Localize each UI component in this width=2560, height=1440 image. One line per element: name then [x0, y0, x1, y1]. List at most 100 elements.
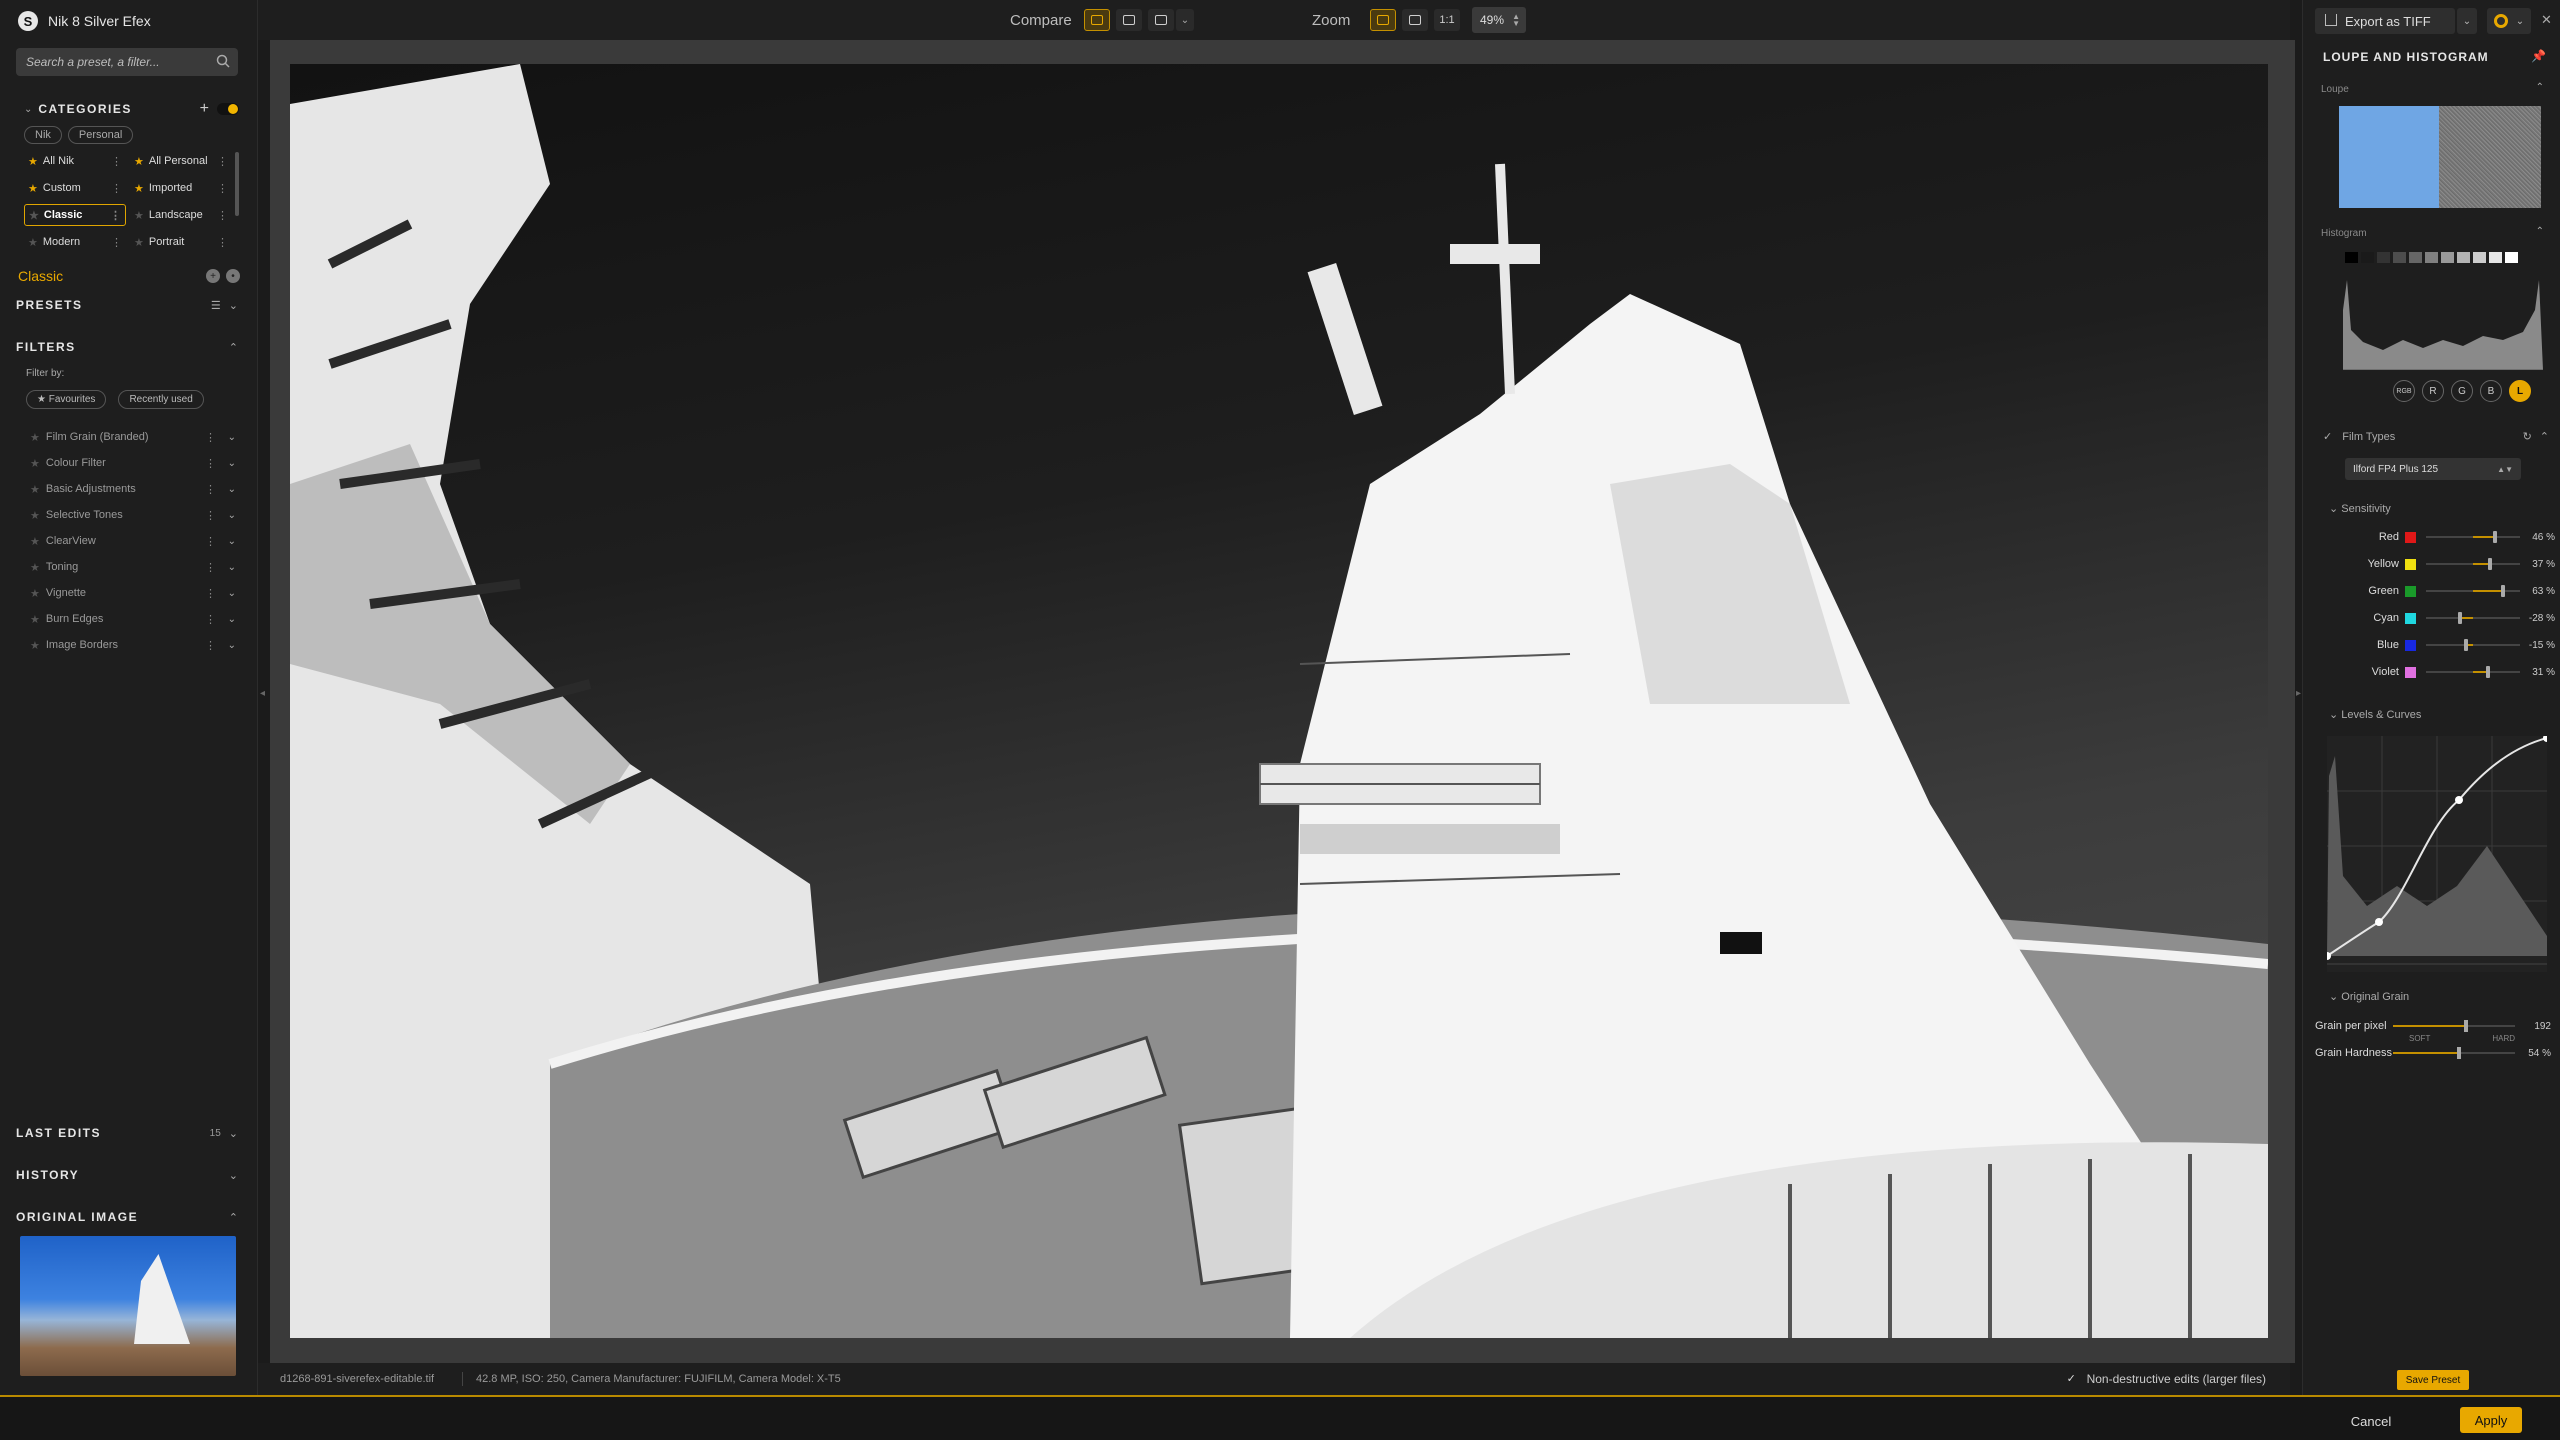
pin-icon[interactable]: 📌	[2531, 49, 2546, 63]
chevron-down-icon[interactable]: ⌄	[228, 536, 236, 547]
zoom-fill-button[interactable]	[1402, 9, 1428, 31]
loupe-preview[interactable]	[2339, 106, 2541, 208]
chevron-down-icon[interactable]: ⌄	[228, 432, 236, 443]
film-types-header[interactable]: ✓ Film Types ↻ ⌃	[2323, 430, 2549, 444]
compare-stack-button[interactable]	[1148, 9, 1174, 31]
chevron-down-icon[interactable]: ⌄	[228, 640, 236, 651]
categories-toggle[interactable]	[217, 103, 239, 115]
slider-knob[interactable]	[2492, 531, 2497, 543]
levels-curves-label[interactable]: ⌄ Levels & Curves	[2329, 708, 2421, 721]
category-scrollbar[interactable]	[235, 152, 239, 216]
tone-swatch[interactable]	[2361, 252, 2374, 263]
reset-icon[interactable]: ↻	[2523, 430, 2532, 443]
more-icon[interactable]: ⋮	[217, 155, 228, 168]
settings-icon[interactable]: •	[226, 269, 240, 283]
search-input[interactable]	[26, 55, 206, 69]
tone-swatch[interactable]	[2393, 252, 2406, 263]
chevron-down-icon[interactable]: ⌄	[229, 1169, 238, 1182]
original-grain-label[interactable]: ⌄ Original Grain	[2329, 990, 2409, 1003]
chevron-up-icon[interactable]: ⌃	[229, 1211, 238, 1224]
sensitivity-slider[interactable]	[2426, 531, 2520, 543]
cancel-button[interactable]: Cancel	[2342, 1409, 2400, 1433]
collapse-panel-icon[interactable]: ✕	[2541, 12, 2552, 28]
sensitivity-slider[interactable]	[2426, 558, 2520, 570]
film-type-select[interactable]: Ilford FP4 Plus 125 ▲▼	[2345, 458, 2521, 480]
chevron-up-icon[interactable]: ⌃	[229, 341, 238, 354]
channel-rgb[interactable]: RGB	[2393, 380, 2415, 402]
original-image-thumbnail[interactable]	[20, 1236, 236, 1376]
tone-swatch[interactable]	[2409, 252, 2422, 263]
compare-split-button[interactable]	[1084, 9, 1110, 31]
mask-button[interactable]: ⌄	[2487, 8, 2531, 34]
slider-knob[interactable]	[2463, 639, 2468, 651]
filter-film-grain[interactable]: ★ Film Grain (Branded) ⋮ ⌄	[30, 424, 240, 450]
tone-swatch[interactable]	[2441, 252, 2454, 263]
original-image-header[interactable]: ORIGINAL IMAGE ⌃	[16, 1210, 238, 1224]
star-icon[interactable]: ★	[30, 613, 40, 626]
non-destructive-toggle[interactable]: ✓ Non-destructive edits (larger files)	[2067, 1372, 2266, 1386]
add-preset-icon[interactable]: +	[206, 269, 220, 283]
slider-knob[interactable]	[2488, 558, 2493, 570]
last-edits-header[interactable]: LAST EDITS 15 ⌄	[16, 1126, 238, 1140]
more-icon[interactable]: ⋮	[205, 639, 216, 652]
favourites-pill[interactable]: ★ Favourites	[26, 390, 107, 409]
tone-swatch[interactable]	[2345, 252, 2358, 263]
filter-image-borders[interactable]: ★ Image Borders ⋮ ⌄	[30, 632, 240, 658]
tone-swatch[interactable]	[2377, 252, 2390, 263]
more-icon[interactable]: ⋮	[217, 236, 228, 249]
channel-r[interactable]: R	[2422, 380, 2444, 402]
star-icon[interactable]: ★	[30, 483, 40, 496]
search-box[interactable]	[16, 48, 238, 76]
more-icon[interactable]: ⋮	[217, 182, 228, 195]
chevron-down-icon[interactable]: ⌄	[228, 588, 236, 599]
filter-vignette[interactable]: ★ Vignette ⋮ ⌄	[30, 580, 240, 606]
filter-clearview[interactable]: ★ ClearView ⋮ ⌄	[30, 528, 240, 554]
checkbox-checked-icon[interactable]: ✓	[2067, 1373, 2079, 1385]
star-icon[interactable]: ★	[30, 587, 40, 600]
apply-button[interactable]: Apply	[2460, 1407, 2522, 1433]
chevron-up-icon[interactable]: ⌃	[2536, 226, 2544, 237]
save-preset-button[interactable]: Save Preset	[2397, 1370, 2469, 1390]
history-header[interactable]: HISTORY ⌄	[16, 1168, 238, 1182]
export-dropdown[interactable]: ⌄	[2457, 8, 2477, 34]
sensitivity-label[interactable]: ⌄ Sensitivity	[2329, 502, 2391, 515]
star-icon[interactable]: ★	[30, 431, 40, 444]
filters-header[interactable]: FILTERS ⌃	[16, 340, 238, 354]
chevron-down-icon[interactable]: ⌄	[229, 299, 238, 312]
tone-swatch[interactable]	[2473, 252, 2486, 263]
slider-knob[interactable]	[2464, 1020, 2469, 1032]
tab-nik[interactable]: Nik	[24, 126, 62, 144]
filter-colour-filter[interactable]: ★ Colour Filter ⋮ ⌄	[30, 450, 240, 476]
category-custom[interactable]: ★ Custom ⋮	[24, 177, 126, 199]
star-icon[interactable]: ★	[30, 561, 40, 574]
tone-swatch[interactable]	[2505, 252, 2518, 263]
tab-personal[interactable]: Personal	[67, 126, 134, 144]
slider-knob[interactable]	[2456, 1047, 2461, 1059]
collapse-left-icon[interactable]: ◂	[260, 688, 265, 699]
category-all-nik[interactable]: ★ All Nik ⋮	[24, 150, 126, 172]
channel-l[interactable]: L	[2509, 380, 2531, 402]
more-icon[interactable]: ⋮	[205, 587, 216, 600]
chevron-down-icon[interactable]: ⌄	[24, 104, 32, 115]
channel-b[interactable]: B	[2480, 380, 2502, 402]
slider-knob[interactable]	[2485, 666, 2490, 678]
filter-selective-tones[interactable]: ★ Selective Tones ⋮ ⌄	[30, 502, 240, 528]
chevron-down-icon[interactable]: ⌄	[228, 484, 236, 495]
slider-knob[interactable]	[2500, 585, 2505, 597]
chevron-down-icon[interactable]: ⌄	[228, 458, 236, 469]
sensitivity-slider[interactable]	[2426, 666, 2520, 678]
star-icon[interactable]: ★	[30, 639, 40, 652]
more-icon[interactable]: ⋮	[111, 155, 122, 168]
more-icon[interactable]: ⋮	[111, 236, 122, 249]
filter-burn-edges[interactable]: ★ Burn Edges ⋮ ⌄	[30, 606, 240, 632]
preview-image[interactable]	[290, 64, 2268, 1338]
compare-dropdown[interactable]: ⌄	[1176, 9, 1194, 31]
chevron-down-icon[interactable]: ⌄	[228, 562, 236, 573]
category-all-personal[interactable]: ★ All Personal ⋮	[130, 150, 232, 172]
search-icon[interactable]	[216, 54, 230, 68]
filter-toning[interactable]: ★ Toning ⋮ ⌄	[30, 554, 240, 580]
checkbox-checked-icon[interactable]: ✓	[2323, 430, 2332, 443]
more-icon[interactable]: ⋮	[217, 209, 228, 222]
channel-g[interactable]: G	[2451, 380, 2473, 402]
compare-side-button[interactable]	[1116, 9, 1142, 31]
